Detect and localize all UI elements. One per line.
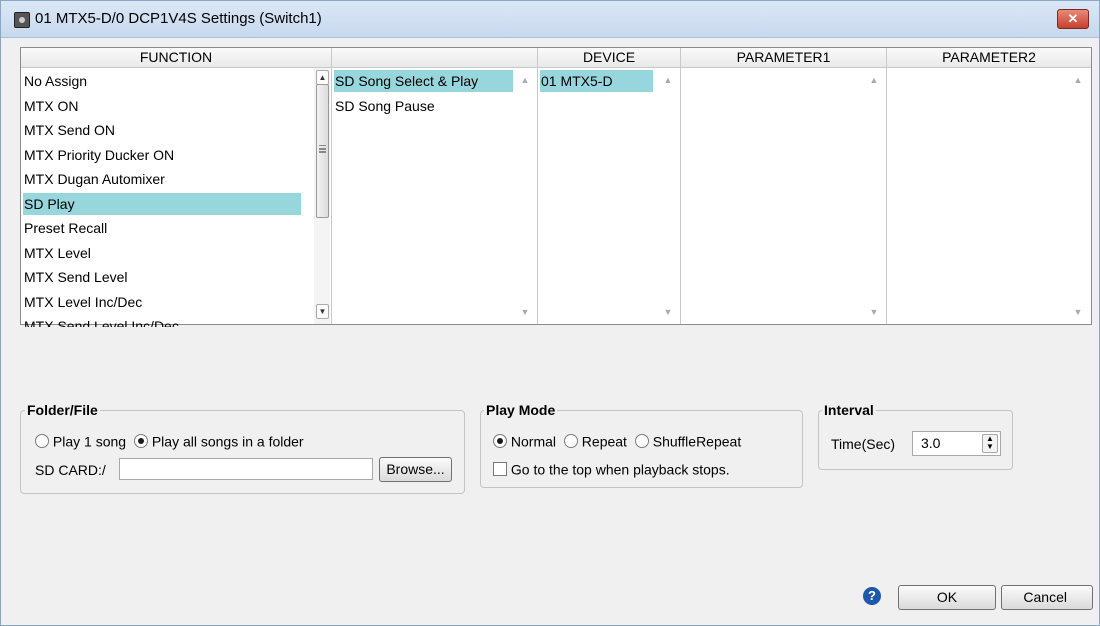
interval-group: Interval Time(Sec) 3.0 ▲ ▼ <box>818 402 1013 470</box>
interval-time-value: 3.0 <box>921 435 941 451</box>
radio-play-all-songs[interactable] <box>133 434 148 449</box>
parameter2-column: PARAMETER2 ▲ ▼ <box>887 48 1091 324</box>
play-mode-legend: Play Mode <box>484 402 558 418</box>
browse-button[interactable]: Browse... <box>379 457 452 482</box>
function-list-item[interactable]: SD Play <box>23 192 301 215</box>
time-sec-label: Time(Sec) <box>831 436 896 452</box>
sd-card-path-input[interactable] <box>119 458 373 480</box>
scroll-up-arrow-icon[interactable]: ▲ <box>316 70 329 85</box>
parameter2-header: PARAMETER2 <box>887 48 1091 68</box>
subfunction-column: SD Song Select & Play SD Song Pause ▲ ▼ <box>332 48 538 324</box>
close-button[interactable]: ✕ <box>1057 9 1089 29</box>
parameter1-column: PARAMETER1 ▲ ▼ <box>681 48 887 324</box>
help-icon[interactable]: ? <box>863 587 881 605</box>
radio-repeat[interactable] <box>563 434 578 449</box>
radio-play-one-song-label[interactable]: Play 1 song <box>53 433 126 449</box>
function-list-item[interactable]: MTX Send Level Inc/Dec <box>23 315 301 327</box>
app-icon <box>14 12 30 28</box>
param2-scroll-down-icon[interactable]: ▼ <box>1072 307 1084 317</box>
function-list-item[interactable]: MTX Dugan Automixer <box>23 168 301 190</box>
radio-normal-label[interactable]: Normal <box>511 433 556 449</box>
spin-updown-icon[interactable]: ▲ ▼ <box>982 434 998 453</box>
function-column: FUNCTION No Assign MTX ON MTX Send ON MTX P… <box>21 48 332 327</box>
function-header: FUNCTION <box>21 48 331 68</box>
device-header: DEVICE <box>538 48 680 68</box>
go-to-top-checkbox[interactable] <box>493 462 507 477</box>
sd-card-path-label: SD CARD:/ <box>35 462 106 478</box>
window-title: 01 MTX5-D/0 DCP1V4S Settings (Switch1) <box>35 10 322 27</box>
function-list-item[interactable]: MTX ON <box>23 95 301 117</box>
parameter1-header: PARAMETER1 <box>681 48 886 68</box>
device-scroll-down-icon[interactable]: ▼ <box>662 307 674 317</box>
device-scroll-up-icon[interactable]: ▲ <box>662 75 674 85</box>
param2-scroll-up-icon[interactable]: ▲ <box>1072 75 1084 85</box>
radio-play-all-songs-label[interactable]: Play all songs in a folder <box>152 433 304 449</box>
play-mode-group: Play Mode Normal Repeat ShuffleRepeat Go… <box>480 402 803 488</box>
subfunction-list-item[interactable]: SD Song Pause <box>334 95 513 117</box>
sub-scroll-up-icon[interactable]: ▲ <box>519 75 531 85</box>
play-scope-radios: Play 1 song Play all songs in a folder <box>35 432 304 449</box>
radio-normal[interactable] <box>493 434 507 449</box>
device-list-item[interactable]: 01 MTX5-D <box>540 70 653 92</box>
scroll-thumb[interactable] <box>316 84 329 218</box>
settings-dialog: 01 MTX5-D/0 DCP1V4S Settings (Switch1) ✕… <box>0 0 1100 626</box>
function-list-item[interactable]: MTX Send ON <box>23 119 301 141</box>
function-list-item[interactable]: MTX Send Level <box>23 266 301 288</box>
radio-repeat-label[interactable]: Repeat <box>582 433 627 449</box>
scroll-down-arrow-icon[interactable]: ▼ <box>316 304 329 319</box>
device-column: DEVICE 01 MTX5-D ▲ ▼ <box>538 48 681 324</box>
radio-shuffle-repeat-label[interactable]: ShuffleRepeat <box>653 433 741 449</box>
radio-shuffle-repeat[interactable] <box>634 434 649 449</box>
folder-file-legend: Folder/File <box>25 402 100 418</box>
go-to-top-label[interactable]: Go to the top when playback stops. <box>511 461 730 477</box>
grip-icon <box>319 145 326 147</box>
subfunction-header <box>332 48 537 68</box>
function-list-item[interactable]: MTX Level Inc/Dec <box>23 291 301 313</box>
ok-button[interactable]: OK <box>898 585 996 610</box>
folder-file-group: Folder/File Play 1 song Play all songs i… <box>20 402 465 494</box>
go-to-top-option: Go to the top when playback stops. <box>493 460 730 477</box>
function-list-item[interactable]: MTX Level <box>23 242 301 264</box>
function-list-item[interactable]: No Assign <box>23 70 301 92</box>
function-list-item[interactable]: MTX Priority Ducker ON <box>23 144 301 166</box>
sub-scroll-down-icon[interactable]: ▼ <box>519 307 531 317</box>
interval-time-input[interactable]: 3.0 ▲ ▼ <box>912 431 1001 456</box>
param1-scroll-down-icon[interactable]: ▼ <box>868 307 880 317</box>
play-mode-radios: Normal Repeat ShuffleRepeat <box>493 432 741 449</box>
function-list-item[interactable]: Preset Recall <box>23 217 301 239</box>
radio-play-one-song[interactable] <box>35 434 49 449</box>
title-bar[interactable]: 01 MTX5-D/0 DCP1V4S Settings (Switch1) ✕ <box>1 1 1099 38</box>
interval-legend: Interval <box>822 402 876 418</box>
cancel-button[interactable]: Cancel <box>1001 585 1093 610</box>
assignment-grid: FUNCTION No Assign MTX ON MTX Send ON MTX P… <box>20 47 1092 327</box>
function-scrollbar[interactable]: ▲ ▼ <box>314 68 330 324</box>
subfunction-list-item[interactable]: SD Song Select & Play <box>334 70 513 92</box>
param1-scroll-up-icon[interactable]: ▲ <box>868 75 880 85</box>
